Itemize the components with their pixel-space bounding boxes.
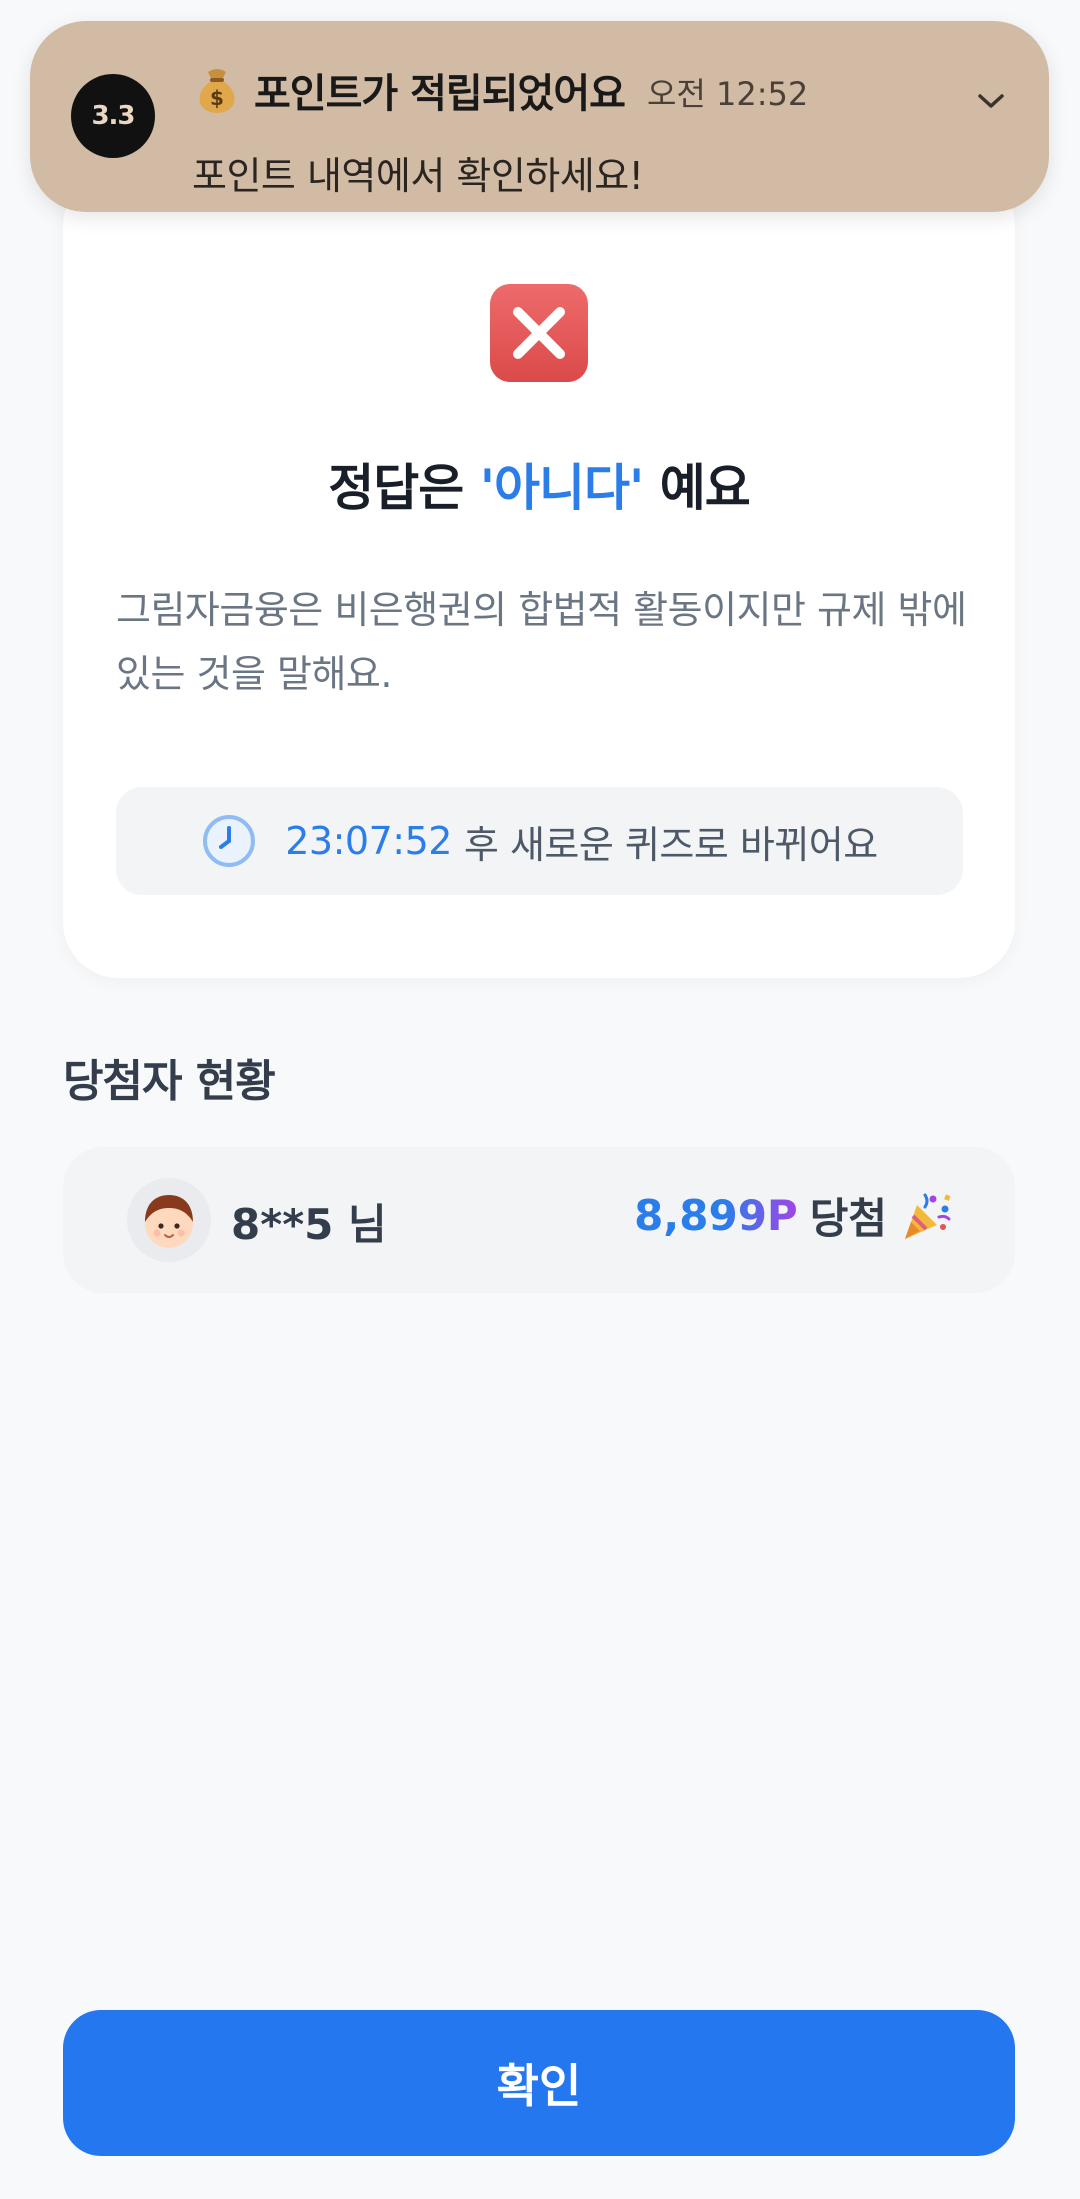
countdown-label: 후 새로운 퀴즈로 바뀌어요 [463,822,878,867]
winner-name: 8**5 님 [231,1200,387,1249]
party-popper-icon [905,1193,951,1239]
winner-points: 8,899P [634,1191,798,1240]
answer-explanation: 그림자금융은 비은행권의 합법적 활동이지만 규제 밖에 있는 것을 말해요. [116,588,967,696]
countdown-value: 23:07:52 [285,819,452,863]
notification-body: 포인트 내역에서 확인하세요! [192,154,644,198]
winner-list-item: 8**5 님 8,899P 당첨 [63,1147,1015,1293]
answer-title-prefix: 정답은 [328,459,480,517]
push-notification[interactable]: 3.3 $ 포인트가 적립되었어요 오전 12:52 포인트 내역에서 확인하세… [30,21,1049,212]
winner-prize: 8,899P 당첨 [634,1185,953,1246]
clock-icon [203,815,256,867]
result-card: 정답은 '아니다' 예요 그림자금융은 비은행권의 합법적 활동이지만 규제 밖… [63,170,1015,978]
avatar [127,1178,211,1262]
answer-title: 정답은 '아니다' 예요 [63,448,1015,520]
money-bag-icon: $ [199,69,235,113]
winner-prize-label: 당첨 [809,1194,887,1243]
answer-title-suffix: 예요 [643,459,751,517]
x-icon [490,284,588,382]
chevron-down-icon[interactable] [971,81,1011,121]
svg-text:$: $ [210,86,224,110]
confirm-button[interactable]: 확인 [63,2010,1015,2156]
app-icon: 3.3 [71,74,155,158]
winners-section-title: 당첨자 현황 [63,1056,276,1107]
quiz-timer: 23:07:52 후 새로운 퀴즈로 바뀌어요 [116,787,963,895]
notification-time: 오전 12:52 [646,75,809,113]
notification-header: $ 포인트가 적립되었어요 오전 12:52 [192,61,808,119]
notification-title: 포인트가 적립되었어요 [254,71,626,117]
answer-value: '아니다' [479,459,645,517]
